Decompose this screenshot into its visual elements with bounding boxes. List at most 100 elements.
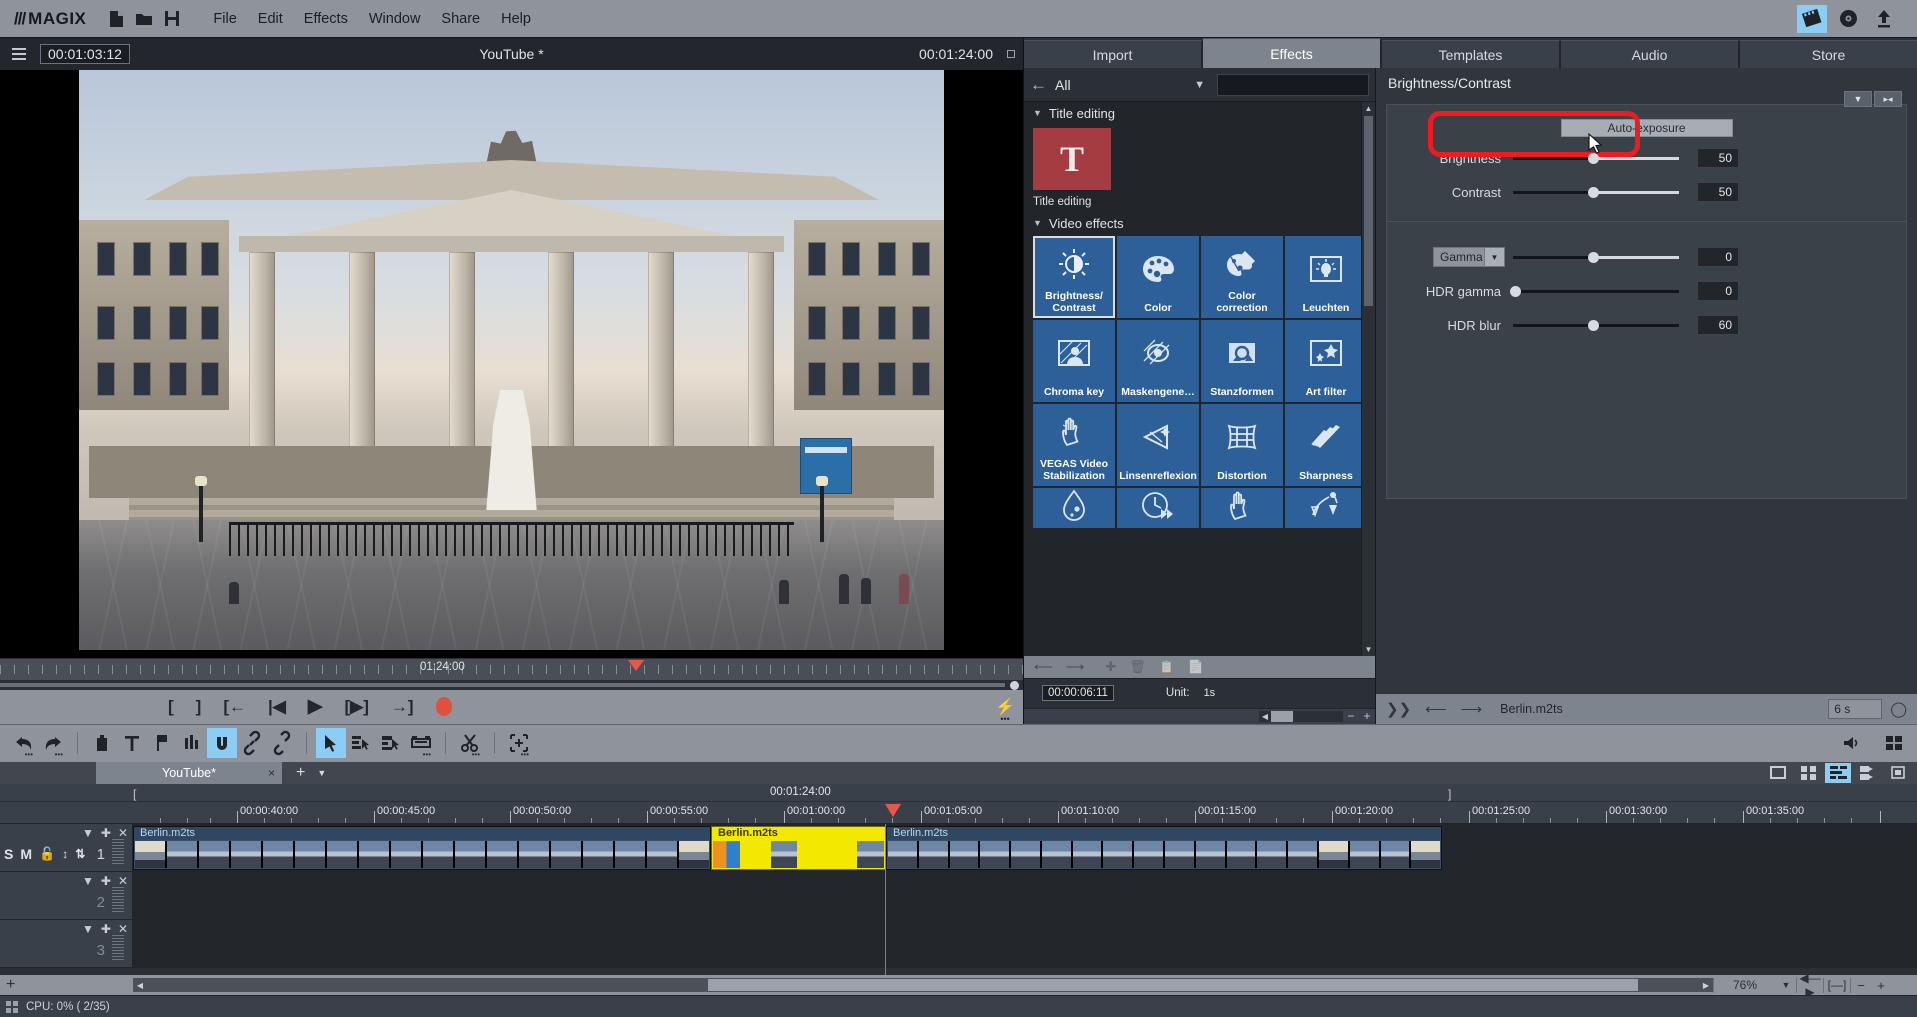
search-input[interactable] — [1217, 73, 1369, 96]
auto-exposure-button[interactable]: Auto-exposure — [1560, 119, 1733, 137]
contrast-value[interactable]: 50 — [1697, 182, 1739, 202]
split-button[interactable] — [177, 728, 207, 758]
scrollbar-thumb[interactable] — [1364, 116, 1373, 306]
marker-button[interactable] — [147, 728, 177, 758]
delete-button[interactable] — [87, 728, 117, 758]
delete-keyframe-icon[interactable]: 🗑 — [1129, 659, 1146, 675]
clip-berlin-3[interactable]: Berlin.m2ts — [886, 825, 1442, 870]
timeline-ruler[interactable]: 00:00:40:00 00:00:45:00 00:00:50:00 00:0… — [0, 801, 1917, 824]
zoom-in-icon[interactable]: + — [1871, 978, 1891, 993]
browser-scrollbar[interactable]: ▲ ▼ — [1361, 102, 1375, 656]
new-document-icon[interactable] — [102, 5, 130, 33]
brightness-slider[interactable] — [1513, 148, 1679, 168]
title-editing-tile[interactable]: T — [1033, 128, 1111, 190]
keyframe-timecode-field[interactable]: 00:00:06:11 — [1042, 685, 1114, 701]
preset-dropdown-button[interactable]: ▼ — [1844, 91, 1872, 107]
close-track-icon[interactable]: ✕ — [118, 874, 128, 888]
slider-knob[interactable] — [1587, 320, 1599, 331]
effect-sharpness[interactable]: Sharpness — [1285, 404, 1367, 486]
effect-art-filter[interactable]: Art filter — [1285, 320, 1367, 402]
slider-knob[interactable] — [1587, 187, 1599, 198]
preview-scrub-ruler[interactable]: 01:24:00 — [0, 657, 1023, 680]
close-track-icon[interactable]: ✕ — [118, 826, 128, 840]
zoom-out-keyframes-icon[interactable]: − — [1343, 709, 1359, 723]
effect-eyedropper-shape[interactable] — [1285, 488, 1367, 528]
track-height-icon[interactable]: ↕ — [62, 847, 68, 861]
scroll-right-icon[interactable]: ▶ — [1699, 981, 1713, 990]
zoom-out-icon[interactable]: − — [1851, 978, 1871, 993]
range-start-bracket[interactable]: [ — [133, 787, 136, 801]
effect-blur[interactable] — [1033, 488, 1115, 528]
timeline-range-bar[interactable]: 00:01:24:00 [ ] — [0, 783, 1917, 802]
effect-color[interactable]: Color — [1117, 236, 1199, 318]
preview-range-button[interactable]: ••• — [406, 728, 436, 759]
hscroll-thumb[interactable] — [708, 979, 1638, 991]
mixer-button[interactable] — [1879, 728, 1909, 758]
track-volume-fader-2[interactable] — [112, 886, 124, 913]
title-button[interactable] — [117, 728, 147, 758]
effect-punch-shapes[interactable]: Stanzformen — [1201, 320, 1283, 402]
hdr-gamma-slider[interactable] — [1509, 281, 1679, 301]
zoom-mode-button[interactable]: ••• — [504, 728, 534, 759]
chevron-down-icon[interactable]: ▼ — [1194, 79, 1209, 91]
video-preview[interactable] — [0, 70, 1023, 658]
slider-knob[interactable] — [1509, 286, 1521, 297]
maximize-preview-icon[interactable] — [1007, 50, 1015, 58]
hscroll-gutter[interactable]: ◀ — [1259, 710, 1343, 722]
cut-mode-button[interactable]: ••• — [455, 728, 485, 759]
keyframe-hscrollbar[interactable]: ◀ − + — [1024, 707, 1375, 724]
group-title-editing[interactable]: ▼ Title editing — [1024, 102, 1361, 124]
next-keyframe-icon[interactable]: ⟶ — [1066, 659, 1085, 675]
effect-color-correction[interactable]: Color correction — [1201, 236, 1283, 318]
all-tracks-mode-button[interactable] — [376, 728, 406, 758]
set-out-point-button[interactable]: ] — [196, 698, 202, 715]
current-timecode-field[interactable]: 00:01:03:12 — [40, 44, 130, 64]
add-track-icon[interactable]: ✚ — [101, 874, 111, 888]
track-body-3[interactable] — [133, 919, 1917, 967]
scroll-left-icon[interactable]: ◀ — [1259, 711, 1271, 722]
jump-to-start-button[interactable]: [← — [223, 698, 246, 715]
group-button[interactable] — [237, 728, 267, 758]
effect-speed[interactable] — [1117, 488, 1199, 528]
undo-button[interactable]: ••• — [8, 728, 38, 759]
menu-edit[interactable]: Edit — [249, 8, 292, 30]
film-clapper-icon[interactable] — [1797, 4, 1827, 33]
chevron-down-icon[interactable]: ▼ — [317, 768, 326, 778]
record-button[interactable] — [435, 697, 452, 716]
unit-value[interactable]: 1s — [1204, 687, 1216, 699]
close-track-icon[interactable]: ✕ — [118, 922, 128, 936]
position-bar-knob[interactable] — [1010, 680, 1019, 690]
tab-import[interactable]: Import — [1024, 40, 1203, 68]
prev-effect-icon[interactable]: ⟵ — [1425, 700, 1447, 718]
slider-knob[interactable] — [1587, 153, 1599, 164]
menu-help[interactable]: Help — [492, 8, 540, 30]
redo-button[interactable]: ••• — [38, 728, 68, 759]
copy-keyframe-icon[interactable]: 📋 — [1159, 659, 1175, 675]
track-body-1[interactable]: Berlin.m2ts Berlin.m2ts Berlin.m2ts — [133, 823, 1917, 871]
play-button[interactable]: ▶ — [308, 697, 323, 716]
tab-effects[interactable]: Effects — [1203, 38, 1382, 68]
gamma-slider[interactable] — [1513, 247, 1679, 267]
save-disk-icon[interactable] — [158, 5, 186, 33]
tab-templates[interactable]: Templates — [1382, 40, 1561, 68]
brightness-value[interactable]: 50 — [1697, 148, 1739, 168]
hdr-blur-slider[interactable] — [1513, 315, 1679, 335]
track-options-caret-icon[interactable]: ▼ — [82, 874, 94, 888]
slider-knob[interactable] — [1587, 252, 1599, 263]
add-keyframe-icon[interactable]: ✚ — [1105, 659, 1116, 675]
effect-chroma-key[interactable]: Chroma key — [1033, 320, 1115, 402]
playhead-marker[interactable] — [628, 659, 644, 671]
track-collapse-icon[interactable]: ⇅ — [75, 847, 85, 861]
contrast-slider[interactable] — [1513, 182, 1679, 202]
preview-position-bar[interactable] — [0, 679, 1023, 690]
track-options-caret-icon[interactable]: ▼ — [82, 922, 94, 936]
hdr-blur-value[interactable]: 60 — [1697, 315, 1739, 335]
add-track-icon[interactable]: ✚ — [101, 922, 111, 936]
timeline-hscrollbar[interactable]: ◀ ▶ — [133, 978, 1713, 992]
scroll-left-icon[interactable]: ◀ — [133, 981, 147, 990]
menu-share[interactable]: Share — [432, 8, 489, 30]
clip-berlin-2-selected[interactable]: Berlin.m2ts — [711, 825, 886, 870]
add-timeline-tab-button[interactable]: + — [296, 764, 305, 782]
snap-button[interactable] — [207, 728, 237, 758]
range-end-bracket[interactable]: ] — [1448, 787, 1451, 801]
